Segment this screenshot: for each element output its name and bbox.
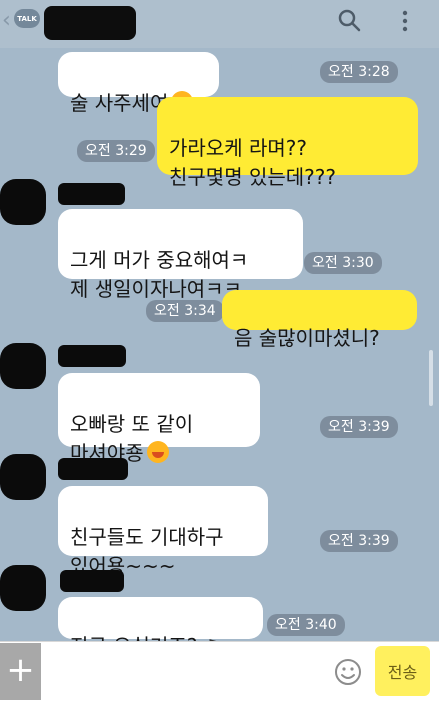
redacted-chat-title [44, 6, 136, 40]
redacted-sender-name [58, 458, 128, 480]
talk-badge: TALK [14, 9, 40, 28]
message-row: 그게 머가 중요해여ㅋ 제 생일이자나여ㅋㅋ 오전 3:30 [0, 176, 439, 301]
message-row: 지금 오실거죠?♫ 오전 3:40 [0, 562, 439, 661]
message-time: 오전 3:30 [304, 252, 382, 274]
message-row: 친구들도 기대하구 있어용~~~ 오전 3:39 [0, 451, 439, 578]
back-chevron-icon[interactable]: ‹ [2, 8, 11, 33]
redacted-sender-name [60, 570, 124, 592]
redacted-avatar[interactable] [0, 454, 46, 500]
plus-icon[interactable]: + [0, 643, 41, 700]
composer-bar: + 전송 [0, 641, 439, 711]
message-time: 오전 3:29 [77, 140, 155, 162]
redacted-sender-name [58, 183, 125, 205]
message-bubble[interactable]: 술 사주세여 [58, 52, 219, 115]
message-time: 오전 3:28 [320, 61, 398, 83]
message-time: 오전 3:40 [267, 614, 345, 636]
redacted-avatar[interactable] [0, 343, 46, 389]
emoji-icon[interactable] [333, 657, 363, 687]
message-row: 오빠랑 또 같이 마셔야죵 오전 3:39 [0, 340, 439, 465]
send-button[interactable]: 전송 [375, 646, 430, 696]
message-bubble[interactable]: 지금 오실거죠?♫ [58, 597, 263, 661]
message-bubble[interactable]: 가라오케 라며?? 친구몇명 있는데??? [157, 97, 418, 189]
message-bubble[interactable]: 그게 머가 중요해여ㅋ 제 생일이자나여ㅋㅋ [58, 209, 303, 301]
message-time: 오전 3:39 [320, 530, 398, 552]
chat-header: ‹ TALK [0, 0, 439, 48]
message-row: 오전 3:29 가라오케 라며?? 친구몇명 있는데??? [0, 93, 439, 189]
message-bubble[interactable]: 친구들도 기대하구 있어용~~~ [58, 486, 268, 578]
message-row: 오전 3:34 음 술많이마셨니? [0, 285, 439, 350]
message-bubble[interactable]: 음 술많이마셨니? [222, 290, 417, 350]
message-input[interactable] [46, 645, 318, 699]
redacted-avatar[interactable] [0, 179, 46, 225]
search-icon[interactable] [337, 8, 361, 32]
message-time: 오전 3:39 [320, 416, 398, 438]
redacted-sender-name [58, 345, 126, 367]
chat-scrollbar[interactable] [429, 350, 433, 406]
message-time: 오전 3:34 [146, 300, 224, 322]
message-bubble[interactable]: 오빠랑 또 같이 마셔야죵 [58, 373, 260, 465]
more-icon[interactable] [400, 9, 410, 33]
redacted-avatar[interactable] [0, 565, 46, 611]
